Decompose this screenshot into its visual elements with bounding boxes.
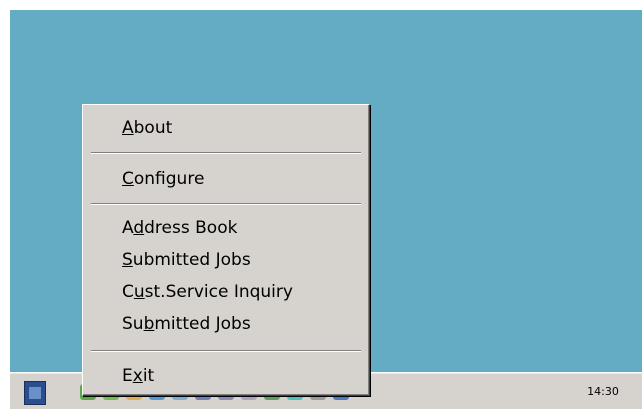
menu-item-cust-service-inquiry[interactable]: Cust.Service Inquiry xyxy=(84,277,368,307)
access-key-underline: u xyxy=(133,282,145,302)
menu-item-configure[interactable]: Configure xyxy=(84,164,368,194)
tray-clock[interactable]: 14:30 xyxy=(572,384,634,400)
menu-item-about[interactable]: About xyxy=(84,113,368,143)
context-menu: About Configure Address Book Submitted J… xyxy=(82,104,370,396)
access-key-underline: S xyxy=(122,250,133,270)
access-key-underline: b xyxy=(143,314,155,334)
menu-item-submitted-jobs[interactable]: Submitted Jobs xyxy=(84,245,368,275)
access-key-underline: C xyxy=(122,169,134,189)
menu-separator xyxy=(91,350,361,352)
menu-separator xyxy=(91,152,361,154)
menu-item-submitted-jobs-2[interactable]: Submitted Jobs xyxy=(84,309,368,339)
menu-item-address-book[interactable]: Address Book xyxy=(84,213,368,243)
access-key-underline: x xyxy=(132,366,143,386)
menu-separator xyxy=(91,203,361,205)
menu-item-exit[interactable]: Exit xyxy=(84,361,368,391)
access-key-underline: d xyxy=(133,218,145,238)
access-key-underline: A xyxy=(122,118,134,138)
start-button[interactable] xyxy=(24,381,46,405)
